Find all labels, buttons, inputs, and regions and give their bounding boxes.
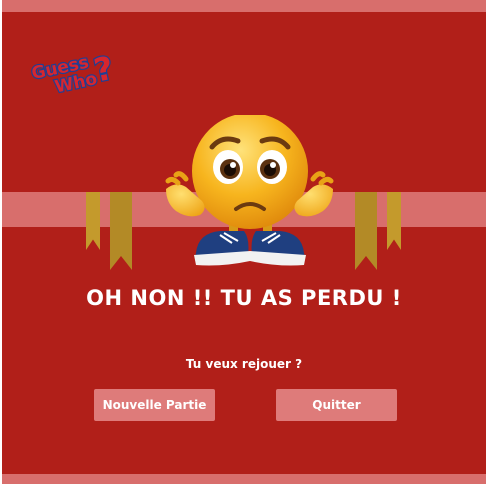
right-ribbon-outer [387,192,401,250]
right-ribbon-inner [355,192,377,270]
top-stripe [2,0,486,12]
game-over-screen: Guess Who ? OH NON !! TU AS PERDU ! Tu v… [0,0,487,484]
left-sneaker [194,231,250,266]
new-game-button[interactable]: Nouvelle Partie [94,389,215,421]
game-over-panel: Guess Who ? OH NON !! TU AS PERDU ! Tu v… [2,0,486,484]
game-over-headline: OH NON !! TU AS PERDU ! [86,286,402,310]
left-ribbon-inner [110,192,132,270]
left-ribbon-outer [86,192,100,250]
replay-prompt: Tu veux rejouer ? [185,357,303,371]
right-sneaker [250,231,306,266]
guess-who-logo: Guess Who ? [29,48,118,96]
quit-button[interactable]: Quitter [276,389,397,421]
bottom-stripe [2,474,486,484]
worried-shrugging-emoji-icon [165,115,334,266]
